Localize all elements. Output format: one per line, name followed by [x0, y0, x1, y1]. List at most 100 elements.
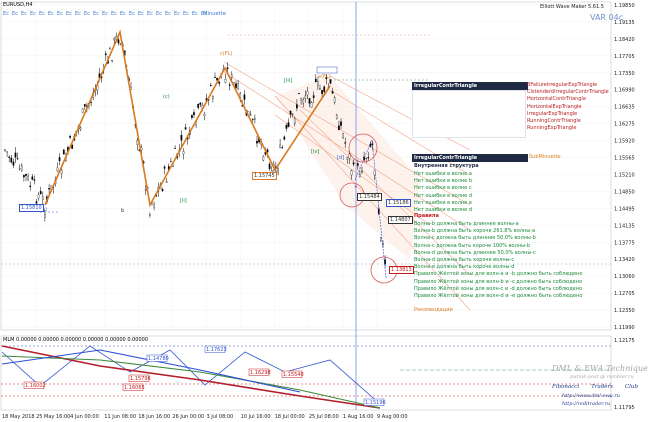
tool-link[interactable]: Ec — [174, 11, 181, 17]
candle-body — [321, 90, 323, 94]
wave-box — [316, 66, 338, 74]
pattern-option[interactable]: RunningExpTriangle — [527, 125, 609, 132]
tool-link[interactable]: Ec — [48, 11, 55, 17]
price-tick-label: 1.16275 — [614, 122, 635, 128]
candle-body — [283, 136, 286, 140]
indicator-label: MLM 0.00000 0.00000 0.00000 0.00000 0.00… — [3, 337, 149, 343]
structure-item: Нет ошибки в волне b — [414, 178, 473, 185]
candle-body — [29, 185, 32, 188]
candle-body — [340, 121, 342, 126]
price-tick-label: 1.14495 — [614, 206, 635, 212]
candle-body — [306, 91, 309, 96]
candle-body — [319, 88, 321, 90]
tool-link[interactable]: Ec — [138, 11, 145, 17]
candle-body — [285, 125, 288, 129]
watermark-name: Fibonacci — [552, 384, 580, 390]
price-tick-label: 1.16635 — [614, 105, 635, 111]
candle-body — [268, 163, 271, 170]
price-tag: 1.15745 — [252, 172, 277, 180]
tool-link[interactable]: Ec — [39, 11, 46, 17]
candle-body — [83, 104, 86, 107]
candle-body — [163, 166, 166, 169]
candle-body — [10, 157, 13, 163]
price-tick-label: 1.12350 — [614, 308, 635, 314]
candle-body — [109, 48, 111, 50]
rules-heading: Правила — [414, 213, 439, 219]
pattern-option[interactable]: BFailureIrregularExpTriangle — [527, 82, 609, 89]
candle-body — [237, 83, 239, 89]
candle-body — [296, 104, 298, 109]
time-tick-label: 1 Aug 16:00 — [343, 414, 374, 420]
tool-link[interactable]: Ec — [111, 11, 118, 17]
price-tick-label: 1.16990 — [614, 88, 635, 94]
candle-body — [214, 76, 216, 78]
tool-link[interactable]: Ec — [120, 11, 127, 17]
candle-body — [226, 67, 229, 70]
candle-body — [37, 194, 40, 199]
candle-body — [12, 161, 15, 166]
candle-body — [289, 110, 292, 115]
candle-body — [174, 147, 176, 149]
tool-link[interactable]: Ec — [183, 11, 190, 17]
var-label: VAR 04c — [590, 13, 624, 22]
tool-link[interactable]: Ec — [93, 11, 100, 17]
candle-body — [216, 77, 218, 81]
candle-body — [380, 237, 382, 241]
candle-body — [111, 60, 113, 62]
tool-link[interactable]: Ec — [84, 11, 91, 17]
tool-link[interactable]: Ec — [165, 11, 172, 17]
price-tick-label: 1.18420 — [614, 37, 635, 43]
candle-body — [256, 141, 258, 144]
tool-link[interactable]: Ec — [30, 11, 37, 17]
pattern-option[interactable]: HorizontalContrTriangle — [527, 96, 609, 103]
time-tick-label: 25 May 16:00 — [36, 414, 70, 420]
candle-body — [184, 127, 187, 130]
tool-link[interactable]: Ec — [147, 11, 154, 17]
time-tick-label: 25 Jul 08:00 — [309, 414, 339, 420]
chart-canvas[interactable]: 1.16002 1.15796 1.14780 1.17623 1.16298 1.155… — [0, 0, 670, 422]
pattern-option[interactable]: ClstenderdirregularContrTriangle — [527, 89, 609, 96]
pattern-option[interactable]: HorizontalExpTriangle — [527, 104, 609, 111]
tool-link[interactable]: Ec — [129, 11, 136, 17]
osc-tick-label: 1.11795 — [614, 405, 635, 411]
tool-link[interactable]: Ec — [192, 11, 199, 17]
candle-body — [314, 78, 317, 83]
candle-body — [199, 102, 202, 105]
candle-body — [317, 81, 319, 86]
rule-item: Волна-d должна быть длиннее 50.0% волны-… — [414, 249, 536, 256]
candle-body — [182, 151, 185, 155]
candle-body — [20, 165, 23, 171]
candle-body — [218, 81, 221, 84]
candle-body — [193, 112, 195, 116]
pattern-option[interactable]: IrregularExpTriangle — [527, 111, 609, 118]
tool-link[interactable]: Ec — [57, 11, 64, 17]
candle-body — [117, 39, 120, 44]
timeframe-link[interactable]: Minuette — [203, 11, 226, 17]
tool-link[interactable]: Ec — [75, 11, 82, 17]
candle-body — [27, 175, 29, 181]
candle-body — [165, 181, 168, 183]
wave-b-label: b — [121, 208, 125, 214]
tool-link[interactable]: Ec — [66, 11, 73, 17]
candle-body — [81, 108, 84, 113]
tool-link[interactable]: Ec — [12, 11, 19, 17]
candle-body — [356, 163, 359, 166]
candle-body — [31, 176, 34, 180]
tool-link[interactable]: Ec — [21, 11, 28, 17]
tool-link[interactable]: Ec — [3, 11, 10, 17]
price-tick-label: 1.15210 — [614, 172, 635, 178]
tool-links: Ec Ec Ec Ec Ec Ec Ec Ec Ec Ec Ec Ec Ec Ec Ec Ec Ec Ec Ec Ec… — [3, 11, 208, 17]
candle-body — [302, 99, 305, 104]
osc-tag: 1.16065 — [124, 385, 145, 391]
rule-item: Правило Жёлтой зоны для волн-b и -c долж… — [414, 278, 583, 285]
price-tick-label: 1.19850 — [614, 3, 635, 9]
candle-body — [8, 156, 11, 158]
tool-link[interactable]: Ec — [156, 11, 163, 17]
osc-tag: 1.17623 — [206, 347, 227, 353]
candle-body — [33, 179, 36, 181]
candle-body — [298, 93, 300, 94]
tool-link[interactable]: Ec — [102, 11, 109, 17]
rule-item: Правило Жёлтой зоны для волн-a и -b долж… — [414, 271, 583, 278]
pattern-option[interactable]: RunningContrTriangle — [527, 118, 609, 125]
candle-body — [25, 173, 27, 176]
